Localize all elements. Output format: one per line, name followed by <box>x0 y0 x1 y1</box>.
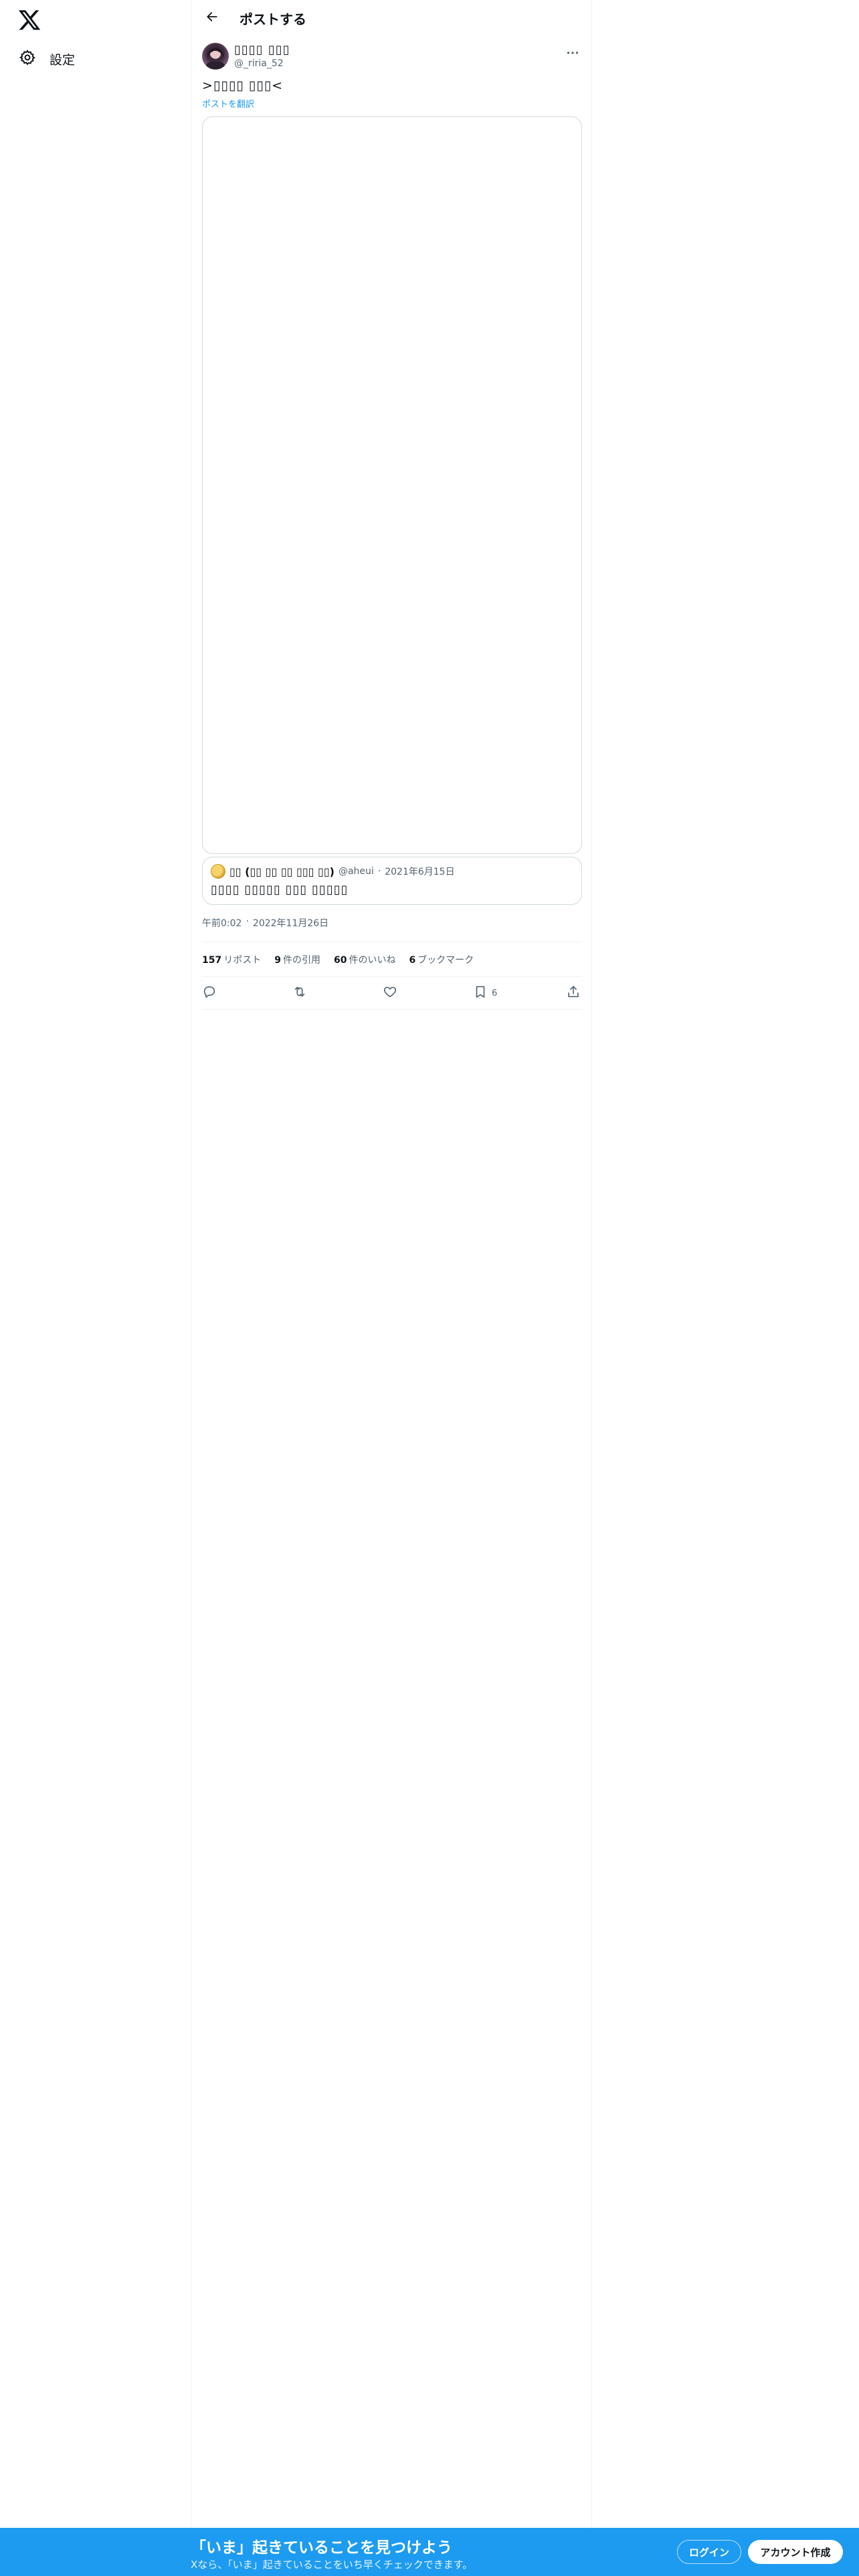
quoted-post-date: 2021年6月15日 <box>385 867 455 877</box>
post-media[interactable] <box>202 116 582 854</box>
author-name[interactable]: ▯▯▯▯ ▯▯▯ <box>234 43 290 57</box>
gear-icon <box>19 49 36 69</box>
repost-icon <box>292 984 307 1002</box>
reposts-stat[interactable]: 157 リポスト <box>202 953 261 966</box>
separator: · <box>246 916 249 927</box>
quoted-author-name: ▯▯ (▯▯ ▯▯ ▯▯ ▯▯▯ ▯▯) <box>229 865 335 878</box>
left-nav: 設定 <box>0 0 191 2576</box>
translate-link[interactable]: ポストを翻訳 <box>202 97 254 110</box>
page: 設定 ポストする ▯▯▯▯ ▯▯▯ @_riria_52 >▯▯▯▯ ▯▯▯< … <box>0 0 859 2576</box>
post-date[interactable]: 2022年11月26日 <box>253 916 328 930</box>
back-button[interactable] <box>202 8 222 28</box>
reply-button[interactable] <box>202 980 217 1006</box>
reply-icon <box>202 984 217 1002</box>
signup-banner: 「いま」起きていることを見つけよう Xなら、「いま」起きていることをいち早くチェ… <box>0 2528 859 2576</box>
more-button[interactable] <box>563 43 582 59</box>
banner-title: 「いま」起きていることを見つけよう <box>191 2539 452 2557</box>
bookmarks-count: 6 <box>409 955 416 966</box>
post-author: ▯▯▯▯ ▯▯▯ @_riria_52 <box>202 43 582 72</box>
arrow-left-icon <box>205 10 219 26</box>
post-stats: 157 リポスト 9 件の引用 60 件のいいね 6 ブックマーク <box>202 952 474 968</box>
reposts-count: 157 <box>202 955 222 966</box>
share-icon <box>566 984 581 1002</box>
post-actions: 6 <box>202 980 582 1006</box>
reposts-label: リポスト <box>223 955 262 966</box>
quoted-post-text: ▯▯▯▯ ▯▯▯▯▯ ▯▯▯ ▯▯▯▯▯ <box>211 883 349 897</box>
divider <box>202 976 582 977</box>
post-time[interactable]: 午前0:02 <box>202 916 242 930</box>
login-button[interactable]: ログイン <box>677 2540 741 2564</box>
bookmark-count: 6 <box>492 988 498 998</box>
repost-button[interactable] <box>292 980 307 1006</box>
top-bar: ポストする <box>191 0 593 35</box>
nav-item-settings[interactable]: 設定 <box>16 43 82 75</box>
separator: · <box>377 866 381 877</box>
bookmark-button[interactable]: 6 <box>473 980 497 1006</box>
post-timestamp: 午前0:02 · 2022年11月26日 <box>202 916 328 930</box>
banner-subtitle: Xなら、「いま」起きていることをいち早くチェックできます。 <box>191 2559 473 2571</box>
likes-label: 件のいいね <box>349 955 396 966</box>
quotes-label: 件の引用 <box>282 955 320 966</box>
quotes-stat[interactable]: 9 件の引用 <box>274 953 320 966</box>
quoted-post-header: ▯▯ (▯▯ ▯▯ ▯▯ ▯▯▯ ▯▯) @aheui · 2021年6月15日 <box>211 864 455 879</box>
divider <box>202 1009 582 1010</box>
quoted-author-handle: @aheui <box>338 866 374 877</box>
like-button[interactable] <box>383 980 397 1006</box>
main-column: ポストする ▯▯▯▯ ▯▯▯ @_riria_52 >▯▯▯▯ ▯▯▯< ポスト… <box>191 0 592 2576</box>
avatar[interactable] <box>202 43 229 70</box>
bookmarks-stat[interactable]: 6 ブックマーク <box>409 953 474 966</box>
x-logo-icon[interactable] <box>17 8 41 32</box>
quoted-post[interactable]: ▯▯ (▯▯ ▯▯ ▯▯ ▯▯▯ ▯▯) @aheui · 2021年6月15日… <box>202 857 582 905</box>
page-title: ポストする <box>240 11 306 27</box>
create-account-button[interactable]: アカウント作成 <box>748 2540 843 2564</box>
author-handle[interactable]: @_riria_52 <box>234 58 284 69</box>
likes-count: 60 <box>333 955 347 966</box>
bookmarks-label: ブックマーク <box>417 955 474 966</box>
quotes-count: 9 <box>274 955 281 966</box>
more-horizontal-icon <box>567 45 579 58</box>
nav-item-settings-label: 設定 <box>50 52 76 68</box>
bookmark-icon <box>473 984 488 1002</box>
share-button[interactable] <box>566 980 581 1006</box>
likes-stat[interactable]: 60 件のいいね <box>334 953 395 966</box>
post-text: >▯▯▯▯ ▯▯▯< <box>202 78 284 93</box>
heart-icon <box>383 984 397 1002</box>
emoji-avatar-icon <box>211 864 225 879</box>
